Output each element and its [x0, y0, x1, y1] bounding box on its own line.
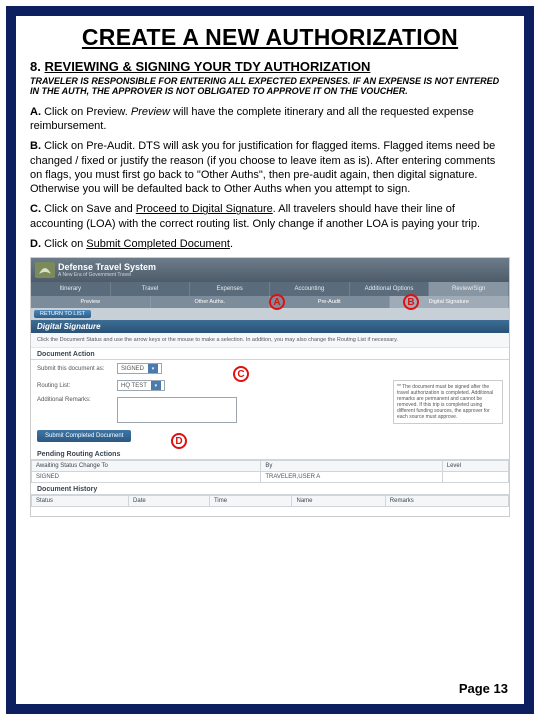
td-level: [442, 472, 508, 483]
section-heading: 8. REVIEWING & SIGNING YOUR TDY AUTHORIZ…: [30, 59, 510, 74]
dts-brand: Defense Travel System: [58, 262, 156, 272]
submit-completed-document-button[interactable]: Submit Completed Document: [37, 430, 131, 442]
step-a-italic: Preview: [131, 106, 170, 118]
td-awaiting: SIGNED: [32, 472, 261, 483]
panel-pending-routing: Pending Routing Actions: [31, 448, 509, 460]
label-additional-remarks: Additional Remarks:: [37, 397, 117, 403]
step-d-post: .: [230, 238, 233, 250]
step-b: B. Click on Pre-Audit. DTS will ask you …: [30, 139, 510, 196]
th-level: Level: [442, 461, 508, 472]
select-submit-as-value: SIGNED: [121, 366, 144, 372]
th-date: Date: [129, 496, 210, 507]
chevron-down-icon: ▾: [151, 381, 161, 390]
digital-signature-title: Digital Signature: [31, 320, 509, 333]
step-c-pre: Click on Save and: [44, 203, 136, 215]
panel-document-action: Document Action: [31, 348, 509, 360]
select-submit-as[interactable]: SIGNED ▾: [117, 363, 162, 374]
step-d-pre: Click on: [44, 238, 86, 250]
dts-logo: Defense Travel System A New Era of Gover…: [35, 262, 156, 278]
subtab-preview[interactable]: Preview: [31, 296, 151, 308]
label-submit-as: Submit this document as:: [37, 366, 117, 372]
heading-number: 8.: [30, 59, 41, 74]
tab-additional-options[interactable]: Additional Options: [350, 282, 430, 296]
th-by: By: [261, 461, 442, 472]
label-routing-list: Routing List:: [37, 383, 117, 389]
dts-tabbar: Itinerary Travel Expenses Accounting Add…: [31, 282, 509, 296]
step-a-label: A.: [30, 106, 41, 118]
step-c-underline: Proceed to Digital Signature: [136, 203, 273, 215]
step-c: C. Click on Save and Proceed to Digital …: [30, 202, 510, 231]
dts-returnbar: RETURN TO LIST: [31, 308, 509, 320]
table-row: Awaiting Status Change To By Level: [32, 461, 509, 472]
tab-review-sign[interactable]: Review/Sign: [429, 282, 509, 296]
step-d-underline: Submit Completed Document: [86, 238, 230, 250]
tab-itinerary[interactable]: Itinerary: [31, 282, 111, 296]
th-time: Time: [209, 496, 292, 507]
td-by: TRAVELER,USER A: [261, 472, 442, 483]
callout-d: D: [171, 433, 187, 449]
eagle-icon: [35, 262, 55, 278]
select-routing-list[interactable]: HQ TEST ▾: [117, 380, 165, 391]
step-d-label: D.: [30, 238, 41, 250]
chevron-down-icon: ▾: [148, 364, 158, 373]
step-b-text: Click on Pre-Audit. DTS will ask you for…: [30, 140, 495, 195]
page-title: CREATE A NEW AUTHORIZATION: [30, 24, 510, 51]
tab-travel[interactable]: Travel: [111, 282, 191, 296]
step-c-label: C.: [30, 203, 41, 215]
table-row: Status Date Time Name Remarks: [32, 496, 509, 507]
tab-expenses[interactable]: Expenses: [190, 282, 270, 296]
document-history-table: Status Date Time Name Remarks: [31, 495, 509, 507]
dts-screenshot: Defense Travel System A New Era of Gover…: [30, 257, 510, 517]
step-a-pre: Click on Preview.: [44, 106, 131, 118]
th-remarks: Remarks: [385, 496, 508, 507]
textarea-additional-remarks[interactable]: [117, 397, 237, 423]
table-row: SIGNED TRAVELER,USER A: [32, 472, 509, 483]
step-a: A. Click on Preview. Preview will have t…: [30, 105, 510, 134]
step-b-label: B.: [30, 140, 41, 152]
tab-accounting[interactable]: Accounting: [270, 282, 350, 296]
panel-document-history: Document History: [31, 483, 509, 495]
select-routing-list-value: HQ TEST: [121, 383, 147, 389]
subtab-pre-audit[interactable]: Pre-Audit: [270, 296, 390, 308]
dts-tagline: A New Era of Government Travel: [58, 272, 156, 278]
return-to-list-button[interactable]: RETURN TO LIST: [34, 310, 91, 318]
dts-instruction: Click the Document Status and use the ar…: [31, 333, 509, 348]
responsibility-note: TRAVELER IS RESPONSIBLE FOR ENTERING ALL…: [30, 76, 510, 97]
page-number: Page 13: [459, 681, 508, 696]
subtab-other-auths[interactable]: Other Auths.: [151, 296, 271, 308]
th-name: Name: [292, 496, 385, 507]
row-submit-as: Submit this document as: SIGNED ▾: [31, 360, 509, 377]
pending-routing-table: Awaiting Status Change To By Level SIGNE…: [31, 460, 509, 483]
dts-header: Defense Travel System A New Era of Gover…: [31, 258, 509, 282]
th-status: Status: [32, 496, 129, 507]
dts-sidenote: ** The document must be signed after the…: [393, 380, 503, 424]
th-awaiting: Awaiting Status Change To: [32, 461, 261, 472]
heading-text: REVIEWING & SIGNING YOUR TDY AUTHORIZATI…: [44, 59, 370, 74]
step-d: D. Click on Submit Completed Document.: [30, 237, 510, 251]
